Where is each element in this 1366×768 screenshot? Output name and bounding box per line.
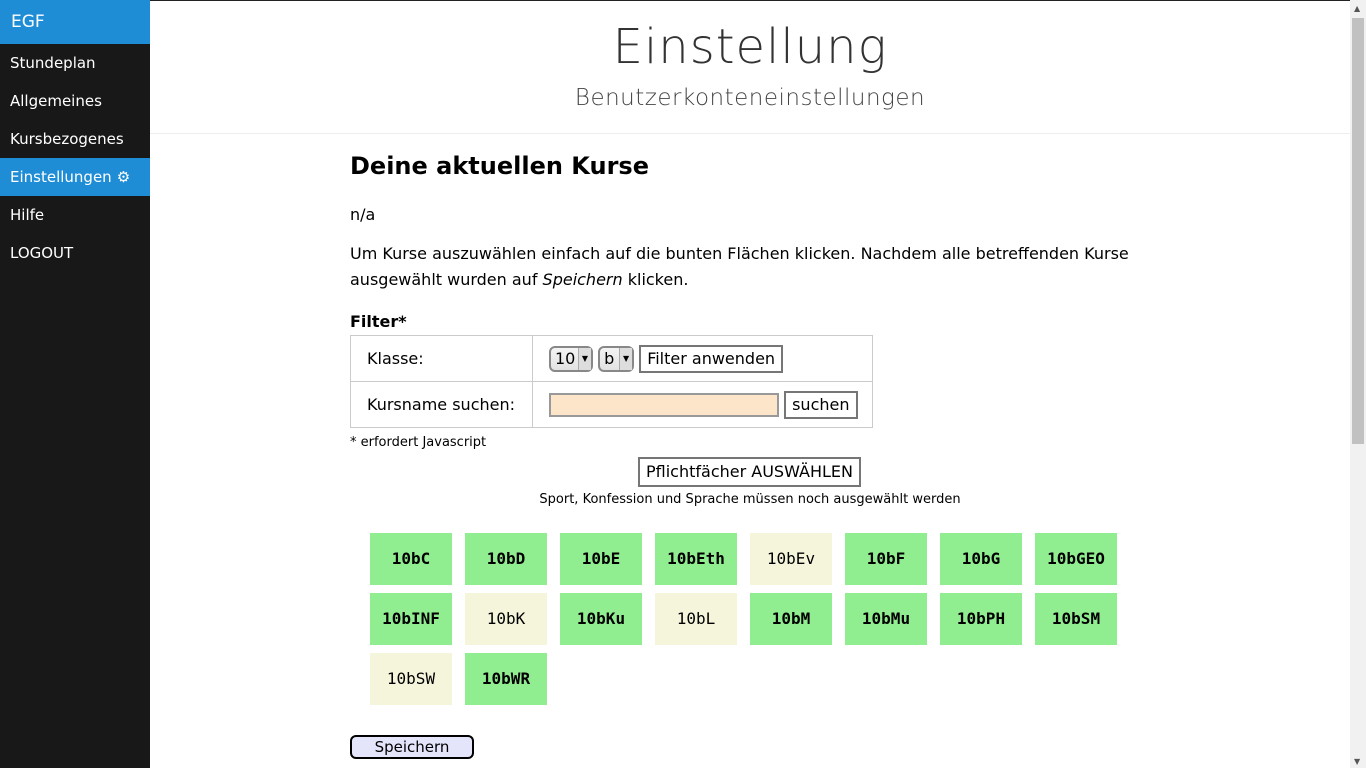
filter-row-search: Kursname suchen: suchen	[350, 381, 873, 428]
grade-select-value: 10	[555, 348, 576, 368]
course-tile[interactable]: 10bGEO	[1035, 533, 1117, 585]
course-tile[interactable]: 10bD	[465, 533, 547, 585]
chevron-down-icon: ▼	[619, 347, 633, 370]
gear-icon: ⚙	[116, 168, 131, 186]
page-subtitle: Benutzerkonteneinstellungen	[574, 85, 926, 111]
course-tile[interactable]: 10bSW	[370, 653, 452, 705]
mandatory-note: Sport, Konfession und Sprache müssen noc…	[539, 492, 961, 507]
scrollbar-thumb[interactable]	[1352, 18, 1364, 444]
search-label: Kursname suchen:	[350, 381, 533, 428]
sidebar-item-stundeplan[interactable]: Stundeplan	[0, 44, 150, 82]
course-tile[interactable]: 10bEv	[750, 533, 832, 585]
course-tile[interactable]: 10bK	[465, 593, 547, 645]
class-select-value: b	[604, 348, 615, 368]
search-button[interactable]: suchen	[784, 390, 858, 419]
current-courses-value: n/a	[350, 205, 376, 224]
grade-select[interactable]: 10 ▼	[549, 345, 593, 372]
course-tile[interactable]: 10bG	[940, 533, 1022, 585]
intro-emphasis: Speichern	[542, 270, 623, 289]
search-controls: suchen	[532, 381, 873, 428]
course-tile[interactable]: 10bMu	[845, 593, 927, 645]
filter-table: Klasse: 10 ▼ b ▼ Filter anwenden Kursname …	[350, 335, 873, 428]
select-mandatory-button[interactable]: Pflichtfächer AUSWÄHLEN	[638, 457, 861, 487]
course-tile[interactable]: 10bC	[370, 533, 452, 585]
scroll-down-icon[interactable]: ▼	[1354, 757, 1360, 766]
section-heading: Deine aktuellen Kurse	[350, 152, 649, 180]
course-tile[interactable]: 10bPH	[940, 593, 1022, 645]
course-tile[interactable]: 10bWR	[465, 653, 547, 705]
filter-title: Filter*	[350, 312, 407, 331]
course-tile[interactable]: 10bKu	[560, 593, 642, 645]
page-title: Einstellung	[612, 19, 888, 75]
course-tile[interactable]: 10bM	[750, 593, 832, 645]
sidebar-item-einstellungen[interactable]: Einstellungen ⚙	[0, 158, 150, 196]
sidebar-item-allgemeines[interactable]: Allgemeines	[0, 82, 150, 120]
sidebar-item-label: Einstellungen	[10, 168, 112, 186]
scrollbar[interactable]: ▲ ▼	[1350, 0, 1366, 768]
course-tile[interactable]: 10bINF	[370, 593, 452, 645]
sidebar: EGF Stundeplan Allgemeines Kursbezogenes…	[0, 0, 150, 768]
course-tile[interactable]: 10bSM	[1035, 593, 1117, 645]
apply-filter-button[interactable]: Filter anwenden	[639, 344, 784, 373]
course-tile[interactable]: 10bE	[560, 533, 642, 585]
course-tile[interactable]: 10bF	[845, 533, 927, 585]
save-button[interactable]: Speichern	[350, 735, 474, 759]
class-controls: 10 ▼ b ▼ Filter anwenden	[532, 335, 873, 382]
page-header: Einstellung Benutzerkonteneinstellungen	[150, 1, 1350, 134]
intro-text: Um Kurse auszuwählen einfach auf die bun…	[350, 241, 1150, 293]
intro-text-part: Um Kurse auszuwählen einfach auf die bun…	[350, 244, 1129, 289]
course-search-input[interactable]	[549, 392, 779, 417]
sidebar-item-kursbezogenes[interactable]: Kursbezogenes	[0, 120, 150, 158]
intro-text-part: klicken.	[622, 270, 689, 289]
sidebar-item-hilfe[interactable]: Hilfe	[0, 196, 150, 234]
class-label: Klasse:	[350, 335, 533, 382]
main-content: Einstellung Benutzerkonteneinstellungen …	[150, 1, 1350, 768]
filter-row-class: Klasse: 10 ▼ b ▼ Filter anwenden	[350, 335, 873, 382]
brand-logo[interactable]: EGF	[0, 0, 150, 44]
course-tile[interactable]: 10bL	[655, 593, 737, 645]
sidebar-item-logout[interactable]: LOGOUT	[0, 234, 150, 272]
scroll-up-icon[interactable]: ▲	[1354, 4, 1360, 13]
javascript-note: * erfordert Javascript	[350, 435, 487, 450]
chevron-down-icon: ▼	[578, 347, 591, 370]
course-tile[interactable]: 10bEth	[655, 533, 737, 585]
class-select[interactable]: b ▼	[598, 345, 635, 372]
